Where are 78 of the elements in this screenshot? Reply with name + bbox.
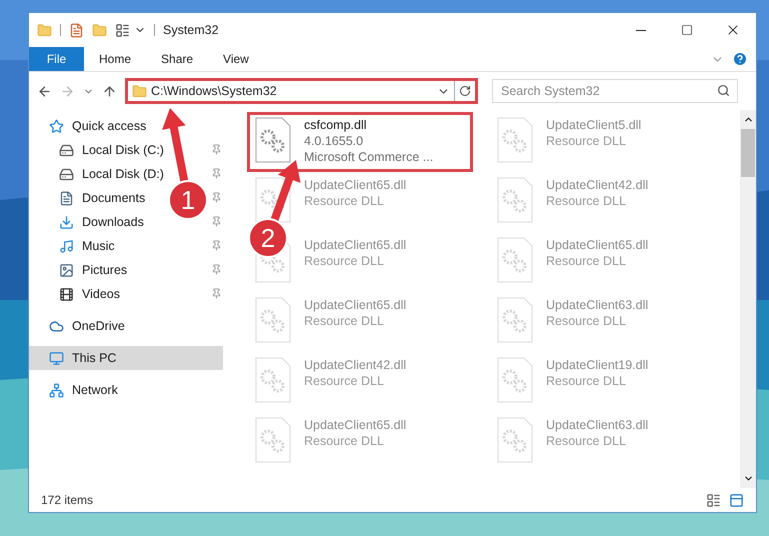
folder-icon xyxy=(132,84,147,98)
drive-icon xyxy=(59,166,74,182)
new-folder-icon[interactable] xyxy=(92,22,107,38)
forward-icon[interactable] xyxy=(60,84,75,98)
large-icons-view-icon[interactable] xyxy=(729,492,744,508)
ribbon-tab[interactable]: Home xyxy=(84,47,146,71)
scrollbar[interactable] xyxy=(740,110,756,488)
settings-file-icon xyxy=(496,417,534,463)
pin-icon[interactable] xyxy=(211,288,222,299)
pin-icon[interactable] xyxy=(211,168,222,179)
settings-file-icon xyxy=(254,117,292,163)
help-icon[interactable] xyxy=(732,51,748,67)
pin-icon[interactable] xyxy=(211,264,222,275)
cloud-icon xyxy=(49,318,64,334)
refresh-icon[interactable] xyxy=(459,85,471,97)
file-detail: Resource DLL xyxy=(546,193,627,209)
file-detail: Microsoft Commerce ... xyxy=(304,149,434,165)
back-icon[interactable] xyxy=(37,84,52,98)
search-icon xyxy=(717,84,730,97)
pin-icon[interactable] xyxy=(211,192,222,203)
file-detail: Resource DLL xyxy=(304,373,385,389)
sidebar-item[interactable]: Pictures xyxy=(29,258,136,282)
sidebar-item[interactable]: Videos xyxy=(29,282,128,306)
details-view-icon[interactable] xyxy=(706,492,721,508)
sidebar-item[interactable]: Music xyxy=(29,234,123,258)
settings-file-icon xyxy=(496,357,534,403)
view-icon[interactable] xyxy=(115,22,130,38)
window-title: System32 xyxy=(163,22,219,39)
ribbon-tab[interactable]: Share xyxy=(146,47,208,71)
properties-icon[interactable] xyxy=(69,22,84,38)
pin-icon[interactable] xyxy=(211,240,222,251)
sidebar-item[interactable]: Local Disk (C:) xyxy=(29,138,172,162)
maximize-icon xyxy=(681,24,693,36)
up-icon[interactable] xyxy=(102,84,117,98)
document-icon xyxy=(59,190,74,206)
file-detail: Resource DLL xyxy=(546,253,627,269)
ribbon-tab[interactable]: View xyxy=(208,47,264,71)
address-path: C:\Windows\System32 xyxy=(151,82,277,100)
file-detail: Resource DLL xyxy=(304,253,385,269)
file-detail: Resource DLL xyxy=(304,433,385,449)
star-icon xyxy=(49,118,64,134)
ribbon-tab[interactable]: File xyxy=(29,47,84,71)
music-note-icon xyxy=(59,238,74,254)
sidebar-item[interactable]: This PC xyxy=(29,346,223,370)
file-detail: Resource DLL xyxy=(546,313,627,329)
address-bar[interactable]: C:\Windows\System32 xyxy=(125,78,478,104)
download-icon xyxy=(59,214,74,230)
item-count: 172 items xyxy=(41,492,94,509)
file-item[interactable]: csfcomp.dll 4.0.1655.0 Microsoft Commerce ... xyxy=(247,112,473,172)
drive-icon xyxy=(59,142,74,158)
monitor-icon xyxy=(49,350,64,366)
film-icon xyxy=(59,286,74,302)
sidebar-item[interactable]: Downloads xyxy=(29,210,152,234)
sidebar-item[interactable]: OneDrive xyxy=(29,314,133,338)
file-detail: Resource DLL xyxy=(546,373,627,389)
sidebar-item[interactable]: Documents xyxy=(29,186,154,210)
file-detail: Resource DLL xyxy=(546,433,627,449)
file-detail: Resource DLL xyxy=(304,313,385,329)
settings-file-icon xyxy=(496,177,534,223)
settings-file-icon xyxy=(254,357,292,403)
network-icon xyxy=(49,382,64,398)
settings-file-icon xyxy=(254,297,292,343)
settings-file-icon xyxy=(496,297,534,343)
file-detail: Resource DLL xyxy=(546,133,627,149)
pin-icon[interactable] xyxy=(211,216,222,227)
sidebar-item[interactable]: Network xyxy=(29,378,126,402)
file-name[interactable]: csfcomp.dll xyxy=(304,117,434,133)
settings-file-icon xyxy=(496,237,534,283)
picture-icon xyxy=(59,262,74,278)
folder-icon[interactable] xyxy=(37,22,52,38)
scroll-thumb[interactable] xyxy=(741,129,755,177)
file-detail: Resource DLL xyxy=(304,193,385,209)
settings-file-icon xyxy=(254,417,292,463)
sidebar-item[interactable]: Quick access xyxy=(29,114,154,138)
file-detail: 4.0.1655.0 xyxy=(304,133,364,149)
search-field[interactable]: Search System32 xyxy=(492,79,738,103)
settings-file-icon xyxy=(496,117,534,163)
pin-icon[interactable] xyxy=(211,144,222,155)
